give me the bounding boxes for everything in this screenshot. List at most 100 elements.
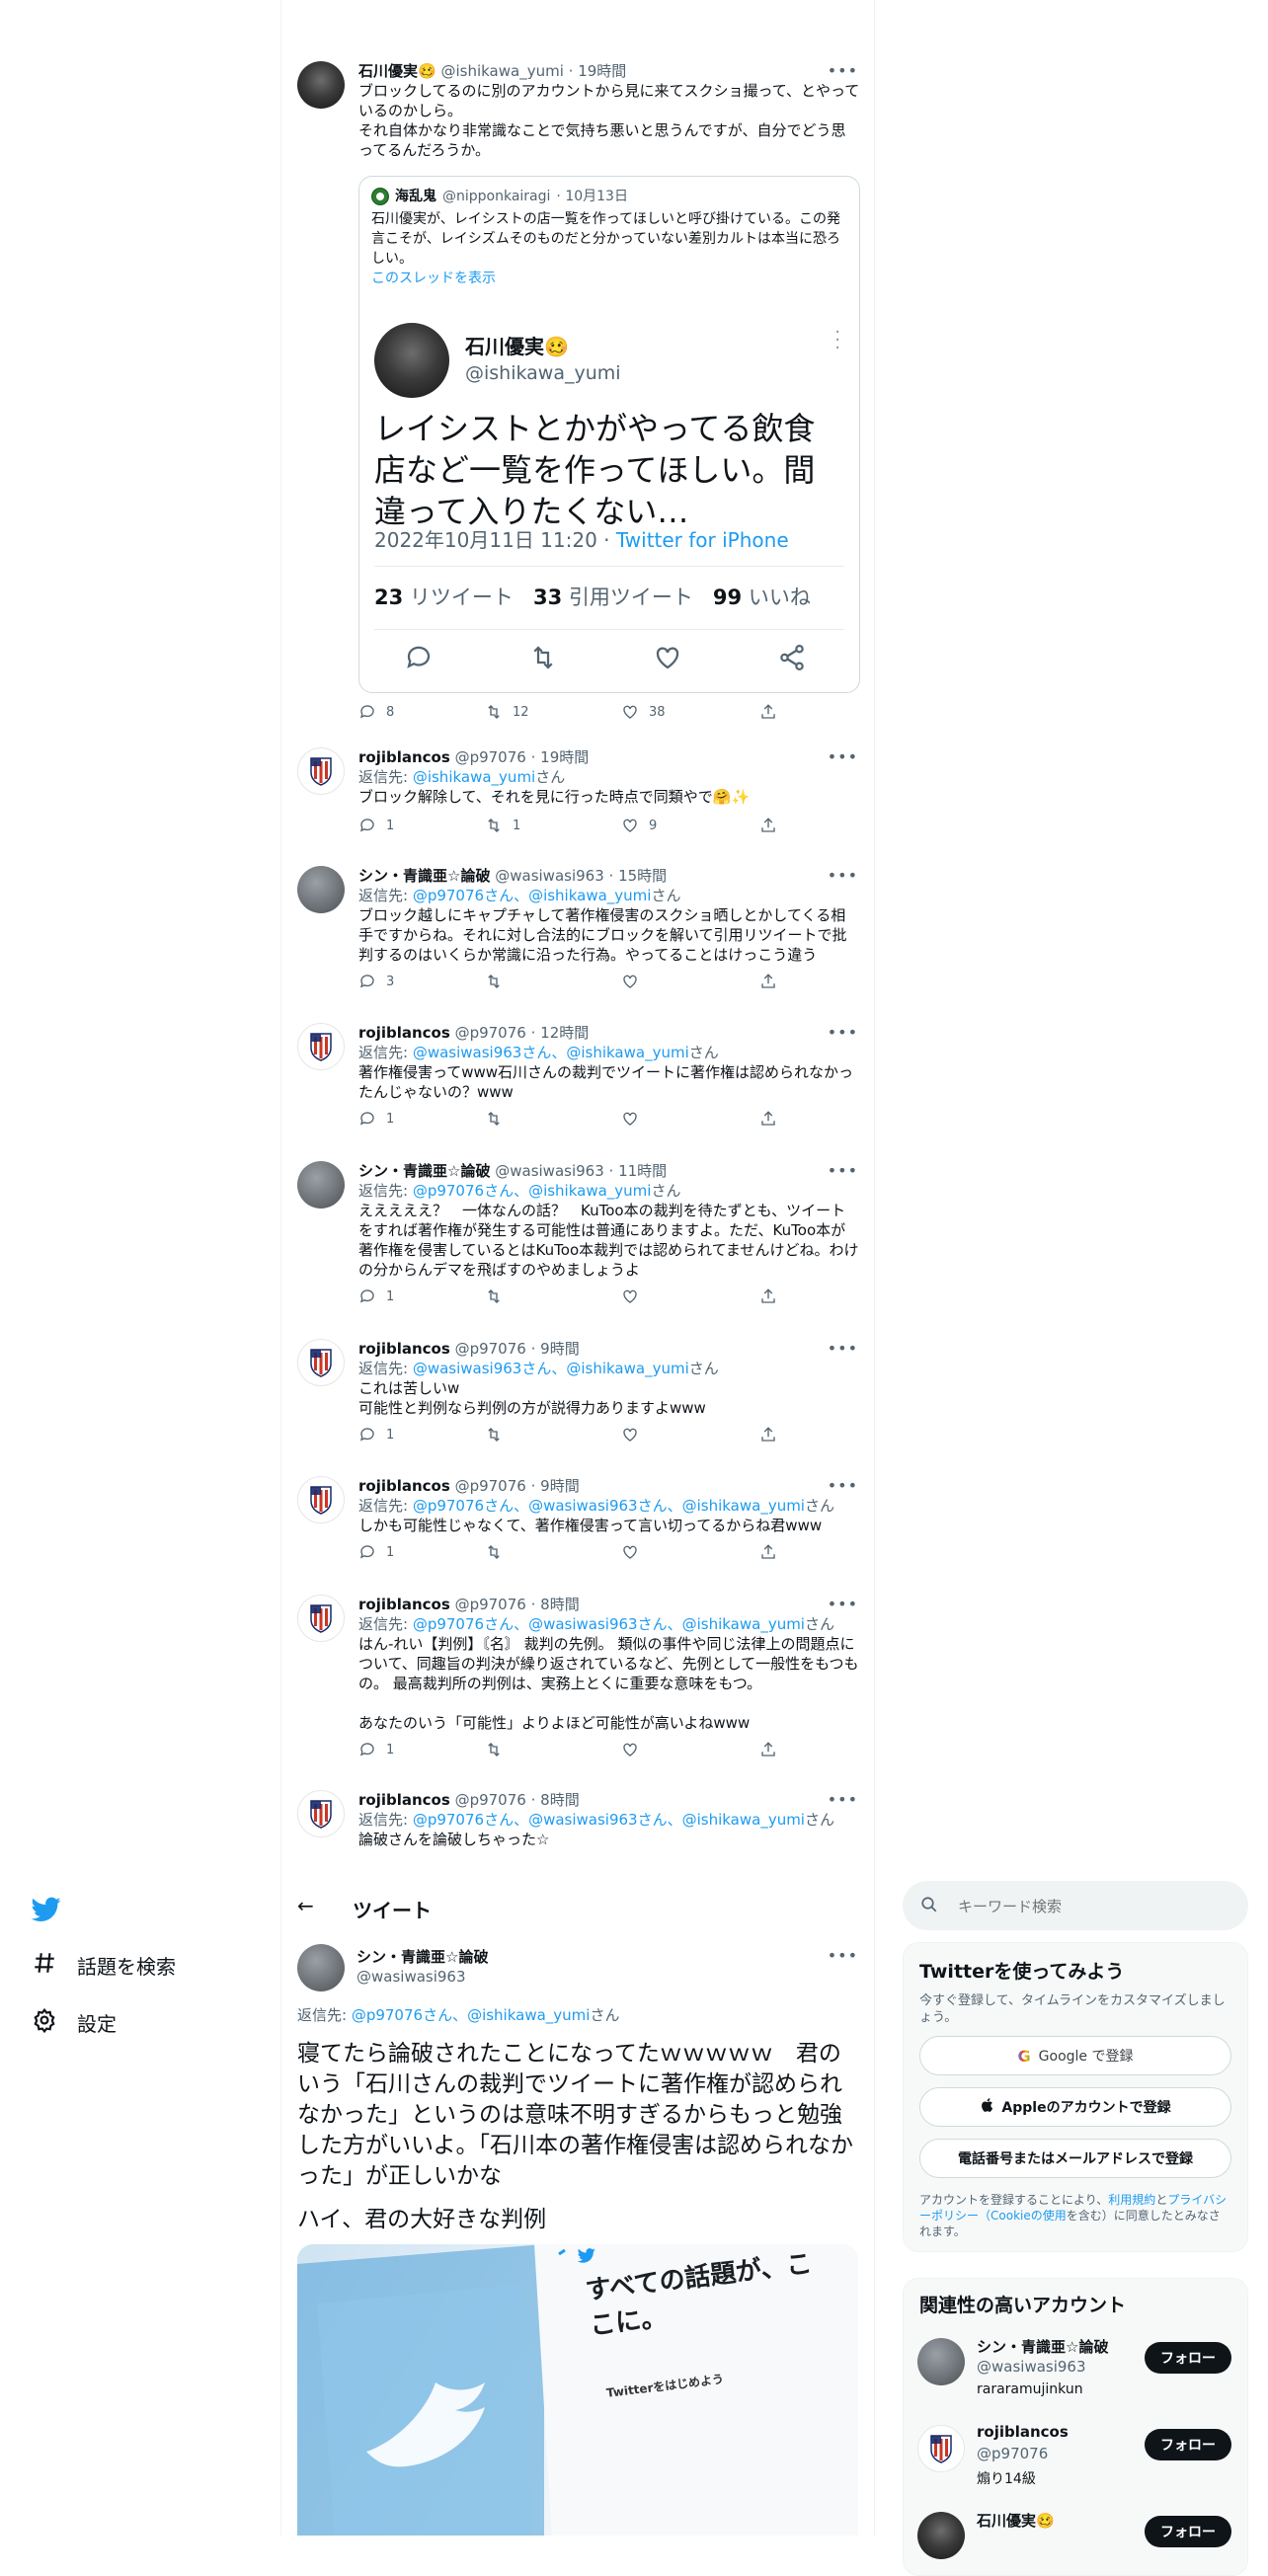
like-button[interactable]: 38	[621, 703, 666, 721]
terms-link[interactable]: 利用規約	[1108, 2193, 1155, 2207]
reply-to-link[interactable]: @p97076さん、@ishikawa_yumi	[413, 887, 652, 904]
tweet-author-handle[interactable]: @wasiwasi963	[495, 867, 604, 885]
retweet-button[interactable]: 1	[485, 817, 520, 834]
like-button[interactable]	[621, 1543, 649, 1561]
avatar[interactable]	[297, 1944, 345, 1991]
reply-button[interactable]: 1	[358, 1288, 394, 1305]
like-button[interactable]	[621, 1426, 649, 1444]
tweet-author-handle[interactable]: @p97076	[455, 1596, 526, 1613]
google-signup-button[interactable]: G Google で登録	[919, 2036, 1231, 2075]
share-button[interactable]	[759, 1426, 777, 1444]
related-account[interactable]: rojiblancos @p97076 煽り14級 フォロー	[904, 2415, 1247, 2494]
phone-signup-button[interactable]: 電話番号またはメールアドレスで登録	[919, 2139, 1231, 2178]
like-button[interactable]	[621, 973, 649, 990]
like-button[interactable]	[621, 1741, 649, 1758]
like-button[interactable]	[621, 1110, 649, 1128]
reply-to-link[interactable]: @p97076さん、@ishikawa_yumi	[413, 1182, 652, 1200]
tweet-author-name[interactable]: シン・青識亜☆論破	[358, 867, 490, 885]
avatar[interactable]	[297, 1790, 345, 1837]
apple-signup-button[interactable]: Appleのアカウントで登録	[919, 2087, 1231, 2127]
reply-to-link[interactable]: @p97076さん、@ishikawa_yumi	[352, 2006, 591, 2024]
search-input[interactable]	[956, 1893, 1227, 1920]
retweet-button[interactable]	[485, 1110, 513, 1128]
reply-button[interactable]: 1	[358, 1543, 394, 1561]
avatar[interactable]	[297, 1476, 345, 1523]
tweet-author-handle[interactable]: @p97076	[455, 1024, 526, 1042]
share-button[interactable]	[759, 1110, 777, 1128]
reply-button[interactable]: 3	[358, 973, 394, 990]
share-button[interactable]	[759, 973, 777, 990]
more-icon[interactable]: •••	[828, 1790, 858, 1809]
avatar[interactable]	[297, 61, 345, 109]
reply-button[interactable]: 1	[358, 1110, 394, 1128]
retweet-button[interactable]	[485, 973, 513, 990]
more-icon[interactable]: •••	[828, 1339, 858, 1358]
quoted-tweet[interactable]: 海乱鬼 @nipponkairagi · 10月13日 石川優実が、レイシストの…	[358, 176, 860, 693]
share-button[interactable]	[759, 817, 777, 834]
reply-to-link[interactable]: @p97076さん、@wasiwasi963さん、@ishikawa_yumi	[413, 1497, 805, 1515]
tweet-image[interactable]: すべての話題が、ここに。 Twitterをはじめよう	[297, 2244, 858, 2536]
reply-button[interactable]: 1	[358, 817, 394, 834]
tweet-time[interactable]: · 19時間	[531, 748, 590, 766]
tweet-author-name[interactable]: rojiblancos	[358, 1791, 450, 1809]
more-icon[interactable]: •••	[828, 61, 858, 80]
more-icon[interactable]: •••	[828, 1946, 858, 1965]
avatar[interactable]	[297, 1595, 345, 1642]
search-box[interactable]	[903, 1881, 1248, 1930]
avatar[interactable]	[297, 1339, 345, 1386]
tweet-author-handle[interactable]: @p97076	[455, 748, 526, 766]
reply-to-link[interactable]: @ishikawa_yumi	[413, 768, 535, 786]
more-icon[interactable]: •••	[828, 1023, 858, 1042]
tweet-time[interactable]: · 11時間	[609, 1162, 668, 1180]
tweet-author-name[interactable]: 石川優実🥴	[358, 62, 436, 80]
tweet-time[interactable]: · 8時間	[531, 1791, 580, 1809]
follow-button[interactable]: フォロー	[1145, 2429, 1231, 2460]
tweet-author-handle[interactable]: @p97076	[455, 1477, 526, 1495]
tweet-time[interactable]: · 9時間	[531, 1340, 580, 1358]
retweet-button[interactable]: 12	[485, 703, 529, 721]
follow-button[interactable]: フォロー	[1145, 2516, 1231, 2547]
tweet-author-handle[interactable]: @wasiwasi963	[495, 1162, 604, 1180]
reply-to-link[interactable]: @p97076さん、@wasiwasi963さん、@ishikawa_yumi	[413, 1811, 805, 1829]
tweet-time[interactable]: · 12時間	[531, 1024, 590, 1042]
share-button[interactable]	[759, 1741, 777, 1758]
related-account[interactable]: 石川優実🥴 フォロー	[904, 2502, 1247, 2571]
tweet-author-name[interactable]: シン・青識亜☆論破	[357, 1946, 488, 1967]
retweet-button[interactable]	[485, 1543, 513, 1561]
nav-explore[interactable]: 話題を検索	[32, 1950, 176, 1981]
tweet-author-handle[interactable]: @wasiwasi963	[357, 1968, 466, 1986]
nav-settings[interactable]: 設定	[32, 2007, 117, 2038]
share-button[interactable]	[759, 703, 777, 721]
like-button[interactable]	[621, 1288, 649, 1305]
more-icon[interactable]: •••	[828, 1476, 858, 1495]
avatar[interactable]	[297, 747, 345, 795]
share-button[interactable]	[759, 1543, 777, 1561]
reply-to-link[interactable]: @wasiwasi963さん、@ishikawa_yumi	[413, 1360, 689, 1377]
reply-button[interactable]: 1	[358, 1426, 394, 1444]
share-button[interactable]	[759, 1288, 777, 1305]
back-arrow-icon[interactable]: ←	[297, 1894, 314, 1917]
tweet-time[interactable]: · 9時間	[531, 1477, 580, 1495]
tweet-author-name[interactable]: rojiblancos	[358, 748, 450, 766]
tweet-author-name[interactable]: rojiblancos	[358, 1024, 450, 1042]
retweet-button[interactable]	[485, 1426, 513, 1444]
tweet-author-name[interactable]: rojiblancos	[358, 1596, 450, 1613]
more-icon[interactable]: •••	[828, 747, 858, 766]
more-icon[interactable]: •••	[828, 866, 858, 885]
tweet-author-name[interactable]: rojiblancos	[358, 1477, 450, 1495]
tweet-author-name[interactable]: シン・青識亜☆論破	[358, 1162, 490, 1180]
tweet-author-handle[interactable]: @p97076	[455, 1340, 526, 1358]
reply-to-link[interactable]: @wasiwasi963さん、@ishikawa_yumi	[413, 1044, 689, 1061]
tweet-author-handle[interactable]: @p97076	[455, 1791, 526, 1809]
reply-button[interactable]: 1	[358, 1741, 394, 1758]
avatar[interactable]	[297, 1161, 345, 1209]
avatar[interactable]	[297, 866, 345, 913]
like-button[interactable]: 9	[621, 817, 657, 834]
retweet-button[interactable]	[485, 1741, 513, 1758]
tweet-author-name[interactable]: rojiblancos	[358, 1340, 450, 1358]
more-icon[interactable]: •••	[828, 1161, 858, 1180]
tweet-time[interactable]: · 8時間	[531, 1596, 580, 1613]
retweet-button[interactable]	[485, 1288, 513, 1305]
related-account[interactable]: シン・青識亜☆論破 @wasiwasi963 rararamujinkun フォ…	[904, 2328, 1247, 2407]
reply-to-link[interactable]: @p97076さん、@wasiwasi963さん、@ishikawa_yumi	[413, 1615, 805, 1633]
